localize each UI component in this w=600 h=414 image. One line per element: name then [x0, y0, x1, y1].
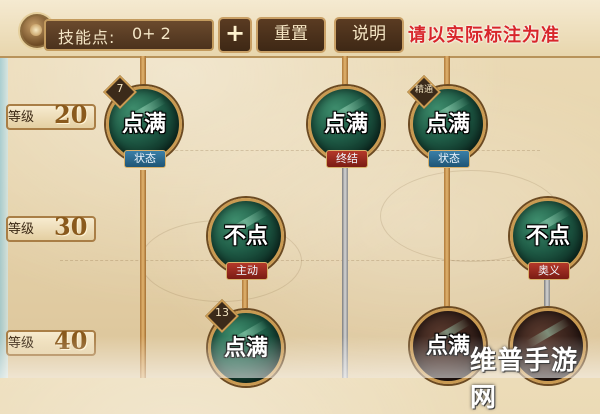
skill-type-tag: 奥义: [528, 262, 570, 280]
skill-node[interactable]: 不点 奥义: [510, 198, 586, 280]
skill-type-tag: 状态: [428, 150, 470, 168]
skill-node[interactable]: 7 点满 状态: [103, 75, 182, 168]
skill-points-value: 0+ 2: [132, 24, 171, 43]
skill-status: 点满: [121, 112, 166, 137]
level-number: 30: [54, 212, 88, 241]
skill-node[interactable]: 精通 点满 状态: [407, 75, 486, 168]
skill-status: 点满: [425, 112, 470, 137]
help-button[interactable]: 说明: [334, 17, 404, 53]
disclaimer-text: 请以实际标注为准: [408, 25, 560, 46]
skill-badge-text: 7: [116, 82, 124, 95]
level-word: 等级: [8, 110, 35, 125]
skill-type-tag: 主动: [226, 262, 268, 280]
skill-rail: [444, 168, 450, 318]
skill-status: 点满: [323, 112, 368, 137]
skill-status: 不点: [525, 224, 570, 249]
level-number: 20: [54, 100, 88, 129]
skill-node[interactable]: 不点 主动: [208, 198, 284, 280]
level-tag-30: 等级 30: [0, 210, 98, 244]
skill-status: 不点: [223, 224, 268, 249]
skill-points-panel: 技能点: 0+ 2: [44, 19, 214, 51]
skill-type-tag: 终结: [326, 150, 368, 168]
watermark: 维普手游网: [470, 346, 579, 413]
skill-type-tag: 状态: [124, 150, 166, 168]
level-tag-20: 等级 20: [0, 98, 98, 132]
level-word: 等级: [8, 222, 35, 237]
skill-badge-text: 精通: [414, 85, 433, 95]
skill-points-label: 技能点:: [58, 28, 116, 47]
add-skill-points-button[interactable]: +: [218, 17, 252, 53]
skill-node[interactable]: 点满 终结: [308, 86, 384, 168]
top-bar: 技能点: 0+ 2 + 重置 说明 请以实际标注为准: [0, 0, 600, 58]
skill-badge-text: 13: [215, 306, 229, 319]
reset-button[interactable]: 重置: [256, 17, 326, 53]
